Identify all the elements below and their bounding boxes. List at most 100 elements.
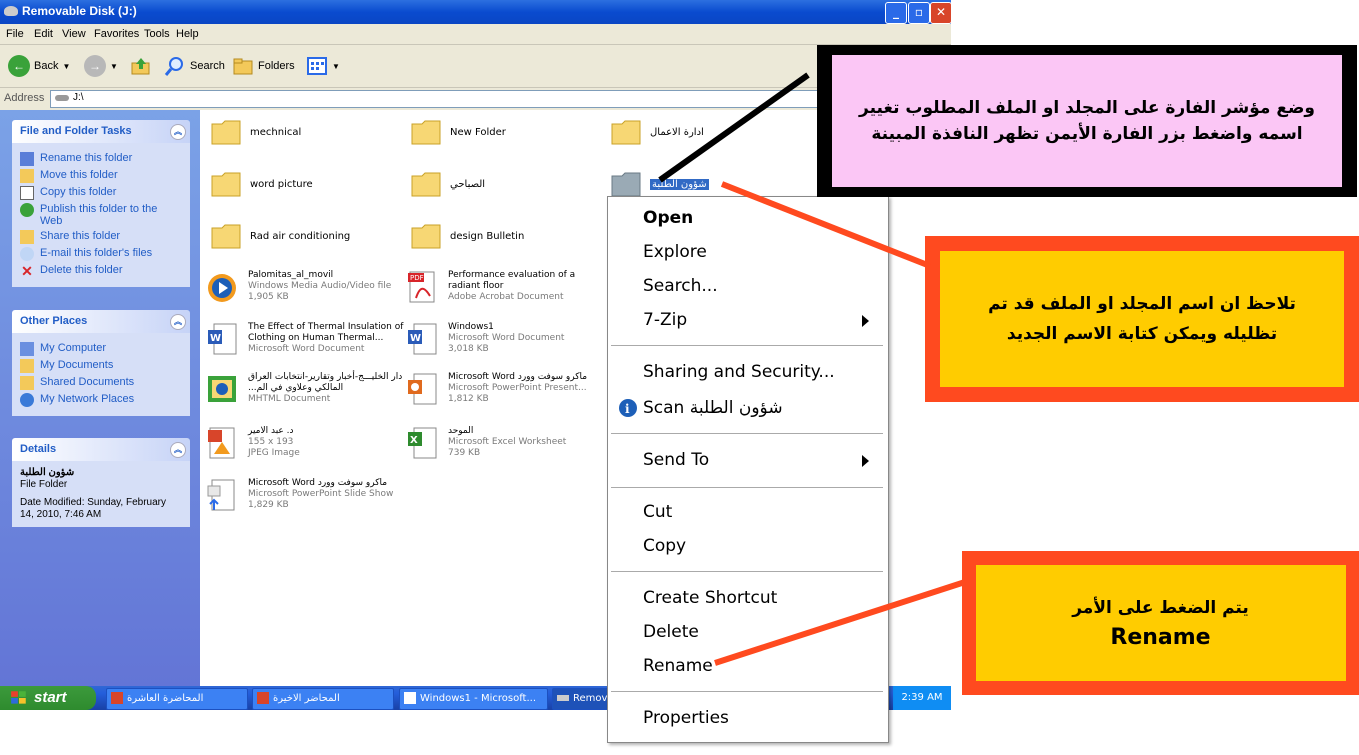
- folder-item[interactable]: New Folder: [410, 118, 506, 146]
- place-network[interactable]: My Network Places: [20, 393, 182, 407]
- task-copy-folder[interactable]: Copy this folder: [20, 186, 182, 200]
- menu-separator: [611, 345, 883, 346]
- menu-help[interactable]: Help: [176, 28, 199, 40]
- folder-item[interactable]: الصباحي: [410, 170, 485, 198]
- folder-item[interactable]: design Bulletin: [410, 222, 524, 250]
- views-button[interactable]: ▼: [306, 53, 340, 79]
- menu-item-create-shortcut[interactable]: Create Shortcut: [608, 581, 888, 615]
- menu-item-search[interactable]: Search...: [608, 269, 888, 303]
- window-title: Removable Disk (J:): [22, 4, 137, 18]
- panel-header[interactable]: Other Places ︽: [12, 310, 190, 333]
- callout-text: وضع مؤشر الفارة على المجلد او الملف المط…: [832, 55, 1342, 187]
- panel-header[interactable]: File and Folder Tasks ︽: [12, 120, 190, 143]
- file-item[interactable]: Palomitas_al_movil Windows Media Audio/Vi…: [206, 270, 406, 310]
- menu-item-7zip[interactable]: 7-Zip: [608, 303, 888, 337]
- file-item[interactable]: د. عبد الامير 155 x 193 JPEG Image: [206, 426, 406, 466]
- menu-edit[interactable]: Edit: [34, 28, 53, 40]
- pdf-icon: PDF: [408, 271, 435, 303]
- folder-item[interactable]: mechnical: [210, 118, 301, 146]
- menu-tools[interactable]: Tools: [144, 28, 170, 40]
- task-publish-folder[interactable]: Publish this folder to the Web: [20, 203, 182, 227]
- callout-text: تلاحظ ان اسم المجلد او الملف قد تم تظليل…: [940, 251, 1344, 387]
- file-size: 1,812 KB: [448, 394, 489, 404]
- forward-button[interactable]: → ▼: [84, 53, 118, 79]
- shared-folder-icon: [20, 376, 34, 390]
- file-dimensions: 155 x 193: [248, 437, 294, 447]
- taskbar-item-active[interactable]: Remov: [552, 688, 614, 710]
- up-folder-button[interactable]: [130, 53, 152, 79]
- taskbar-item[interactable]: Windows1 - Microsoft...: [399, 688, 548, 710]
- details-modified: Date Modified: Sunday, February 14, 2010…: [20, 497, 167, 520]
- menu-item-copy[interactable]: Copy: [608, 529, 888, 563]
- address-input[interactable]: J:\: [50, 90, 947, 108]
- folder-item-selected[interactable]: شؤون الطلبة: [610, 170, 709, 198]
- context-menu: Open Explore Search... 7-Zip Sharing and…: [607, 196, 889, 743]
- folder-item[interactable]: ادارة الاعمال: [610, 118, 704, 146]
- file-item[interactable]: PDF Performance evaluation of a radiant …: [406, 270, 606, 310]
- collapse-icon[interactable]: ︽: [170, 124, 186, 140]
- file-item[interactable]: W Windows1 Microsoft Word Document 3,018 K…: [406, 322, 606, 362]
- file-name: Microsoft Word ماكرو سوفت وورد: [248, 478, 388, 488]
- drive-icon: [55, 95, 69, 101]
- menu-item-explore[interactable]: Explore: [608, 235, 888, 269]
- menu-item-cut[interactable]: Cut: [608, 495, 888, 529]
- folder-label[interactable]: شؤون الطلبة: [650, 178, 709, 190]
- email-icon: [20, 247, 34, 261]
- menu-item-properties[interactable]: Properties: [608, 701, 888, 735]
- network-icon: [20, 393, 34, 407]
- menu-item-delete[interactable]: Delete: [608, 615, 888, 649]
- taskbar-item[interactable]: المحاضرة العاشرة: [106, 688, 248, 710]
- drive-icon: [4, 6, 18, 16]
- start-button[interactable]: start: [0, 686, 96, 710]
- menu-item-scan[interactable]: i Scan شؤون الطلبة: [608, 391, 888, 425]
- file-item[interactable]: Microsoft Word ماكرو سوفت وورد Microsoft …: [206, 478, 406, 518]
- search-button[interactable]: Search: [164, 53, 225, 79]
- task-share-folder[interactable]: Share this folder: [20, 230, 182, 244]
- file-item[interactable]: X الموحد Microsoft Excel Worksheet 739 KB: [406, 426, 606, 466]
- back-button[interactable]: ← Back ▼: [8, 53, 70, 79]
- file-item[interactable]: W The Effect of Thermal Insulation of Cl…: [206, 322, 406, 362]
- place-my-computer[interactable]: My Computer: [20, 342, 182, 356]
- menu-item-rename[interactable]: Rename: [608, 649, 888, 683]
- folder-icon: [611, 120, 641, 145]
- file-name: د. عبد الامير: [248, 426, 294, 436]
- menu-bar: File Edit View Favorites Tools Help: [0, 24, 951, 63]
- folder-icon: [211, 120, 241, 145]
- menu-item-sharing[interactable]: Sharing and Security...: [608, 355, 888, 389]
- folders-button[interactable]: Folders: [232, 53, 295, 79]
- title-bar[interactable]: Removable Disk (J:) _ ▫ ✕: [0, 0, 951, 24]
- file-item[interactable]: دار الخليـــج-أخبار وتقارير-انتخابات الع…: [206, 372, 406, 412]
- panel-header[interactable]: Details ︽: [12, 438, 190, 461]
- folders-icon: [233, 58, 253, 75]
- close-button[interactable]: ✕: [930, 2, 951, 24]
- menu-item-label: Search...: [643, 276, 718, 296]
- collapse-icon[interactable]: ︽: [170, 314, 186, 330]
- menu-item-label: Create Shortcut: [643, 588, 778, 608]
- task-email-files[interactable]: E-mail this folder's files: [20, 247, 182, 261]
- chevron-down-icon: ▼: [62, 61, 71, 71]
- menu-separator: [611, 691, 883, 692]
- file-size: 1,905 KB: [248, 292, 289, 302]
- address-value: J:\: [73, 92, 84, 103]
- task-delete-folder[interactable]: ✕ Delete this folder: [20, 264, 182, 278]
- menu-item-open[interactable]: Open: [608, 201, 888, 235]
- menu-view[interactable]: View: [62, 28, 86, 40]
- file-size: 3,018 KB: [448, 344, 489, 354]
- file-name: Performance evaluation of a radiant floo…: [448, 270, 576, 291]
- collapse-icon[interactable]: ︽: [170, 442, 186, 458]
- task-rename-folder[interactable]: Rename this folder: [20, 152, 182, 166]
- menu-favorites[interactable]: Favorites: [94, 28, 139, 40]
- file-name: الموحد: [448, 426, 474, 436]
- menu-file[interactable]: File: [6, 28, 24, 40]
- task-move-folder[interactable]: Move this folder: [20, 169, 182, 183]
- folder-item[interactable]: Rad air conditioning: [210, 222, 350, 250]
- taskbar-item[interactable]: المحاضر الاخيرة: [252, 688, 394, 710]
- file-item[interactable]: Microsoft Word ماكرو سوفت وورد Microsoft …: [406, 372, 606, 412]
- minimize-button[interactable]: _: [885, 2, 907, 24]
- place-shared-documents[interactable]: Shared Documents: [20, 376, 182, 390]
- menu-item-send-to[interactable]: Send To: [608, 443, 888, 477]
- place-my-documents[interactable]: My Documents: [20, 359, 182, 373]
- svg-text:PDF: PDF: [410, 274, 424, 282]
- maximize-button[interactable]: ▫: [908, 2, 930, 24]
- folder-item[interactable]: word picture: [210, 170, 313, 198]
